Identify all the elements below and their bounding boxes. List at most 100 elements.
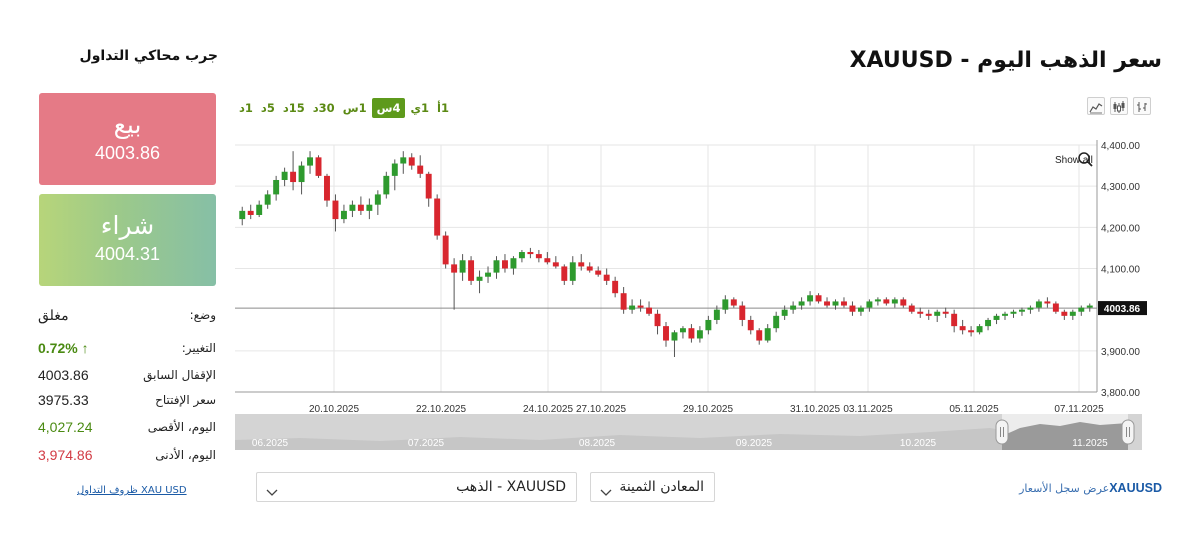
candle [857, 307, 864, 312]
candle [281, 171, 288, 180]
candle [434, 198, 441, 236]
candle [357, 204, 364, 211]
candle [612, 280, 619, 294]
candle [417, 165, 424, 174]
candle [264, 194, 271, 205]
candle [1010, 311, 1017, 314]
navigator-label: 06.2025 [252, 438, 289, 449]
candle [934, 311, 941, 316]
candle [891, 299, 898, 304]
category-select[interactable]: المعادن الثمينة [590, 472, 715, 502]
candle [569, 262, 576, 281]
candle [476, 276, 483, 281]
price-chart: 4,400.00 4,300.00 4,200.00 4,100.00 3,900.00… [235, 140, 1147, 450]
candle [468, 260, 475, 281]
candle [722, 299, 729, 310]
candle [663, 326, 669, 341]
navigator-handle[interactable] [995, 419, 1009, 445]
candle [705, 319, 712, 331]
candle [917, 311, 924, 314]
candle [976, 326, 983, 333]
candle [1052, 303, 1059, 312]
candle [256, 204, 263, 215]
candle [781, 309, 788, 316]
candle [502, 260, 508, 269]
candle [883, 299, 890, 304]
candle [425, 173, 432, 199]
candle [696, 330, 703, 339]
x-tick-label: 24.10.2025 [523, 404, 573, 415]
candle [451, 264, 458, 273]
x-tick-label: 29.10.2025 [683, 404, 733, 415]
candle [578, 262, 585, 267]
navigator-label: 10.2025 [900, 438, 937, 449]
candle [332, 200, 339, 220]
candle [620, 293, 627, 310]
candle [637, 305, 644, 308]
candle [959, 326, 966, 331]
candle [713, 309, 720, 320]
instrument-select-value: XAUUSD - الذهب [456, 479, 566, 495]
candle [552, 262, 559, 267]
y-tick-label: 3,900.00 [1101, 347, 1140, 358]
candle [239, 210, 246, 220]
candle [968, 330, 975, 333]
x-tick-label: 22.10.2025 [416, 404, 466, 415]
candle [340, 210, 347, 220]
x-tick-label: 31.10.2025 [790, 404, 840, 415]
navigator-handle[interactable] [1121, 419, 1135, 445]
candle [1002, 313, 1008, 316]
show-all-label: Show all [1055, 155, 1093, 166]
price-history-text: عرض سجل الأسعار [1019, 482, 1110, 495]
chevron-down-icon [600, 482, 612, 501]
y-tick-label: 3,800.00 [1101, 388, 1140, 399]
candle [315, 157, 322, 176]
candle [824, 301, 830, 306]
candle [790, 305, 797, 310]
candle [874, 299, 881, 302]
candle [1061, 311, 1068, 316]
candle [1027, 307, 1034, 310]
candle [807, 295, 814, 302]
candle [1044, 301, 1051, 304]
candle [730, 299, 737, 306]
candle [324, 175, 330, 201]
chevron-down-icon [266, 482, 278, 501]
candle [307, 157, 314, 166]
candle [535, 254, 542, 259]
price-history-symbol: XAUUSD [1109, 481, 1162, 495]
candle [671, 332, 678, 341]
candle [756, 330, 763, 341]
candle [832, 301, 839, 306]
candle [493, 260, 500, 273]
candle [349, 204, 356, 211]
instrument-select[interactable]: XAUUSD - الذهب [256, 472, 577, 502]
candle [1018, 309, 1025, 312]
last-price-label: 4003.86 [1104, 304, 1141, 315]
category-select-value: المعادن الثمينة [619, 479, 704, 495]
candle [485, 272, 491, 277]
candle [442, 235, 449, 265]
candle [247, 210, 254, 215]
candle [544, 258, 551, 263]
y-tick-label: 4,100.00 [1101, 265, 1140, 276]
price-history-link[interactable]: XAUUSDعرض سجل الأسعار [1019, 481, 1162, 495]
navigator-label: 11.2025 [1072, 438, 1108, 449]
candle [951, 313, 958, 327]
y-tick-label: 4,300.00 [1101, 182, 1140, 193]
candle [798, 301, 805, 306]
candle [383, 175, 390, 195]
candle [849, 305, 856, 312]
candle [510, 258, 517, 269]
candle [408, 157, 415, 166]
candle [273, 179, 280, 195]
candle [629, 305, 636, 310]
candle [900, 299, 907, 306]
candle [290, 171, 297, 183]
x-tick-label: 05.11.2025 [949, 404, 999, 415]
navigator-label: 08.2025 [579, 438, 616, 449]
candle [527, 252, 534, 255]
candle [586, 266, 593, 271]
candle [603, 274, 610, 281]
candle [942, 311, 949, 314]
